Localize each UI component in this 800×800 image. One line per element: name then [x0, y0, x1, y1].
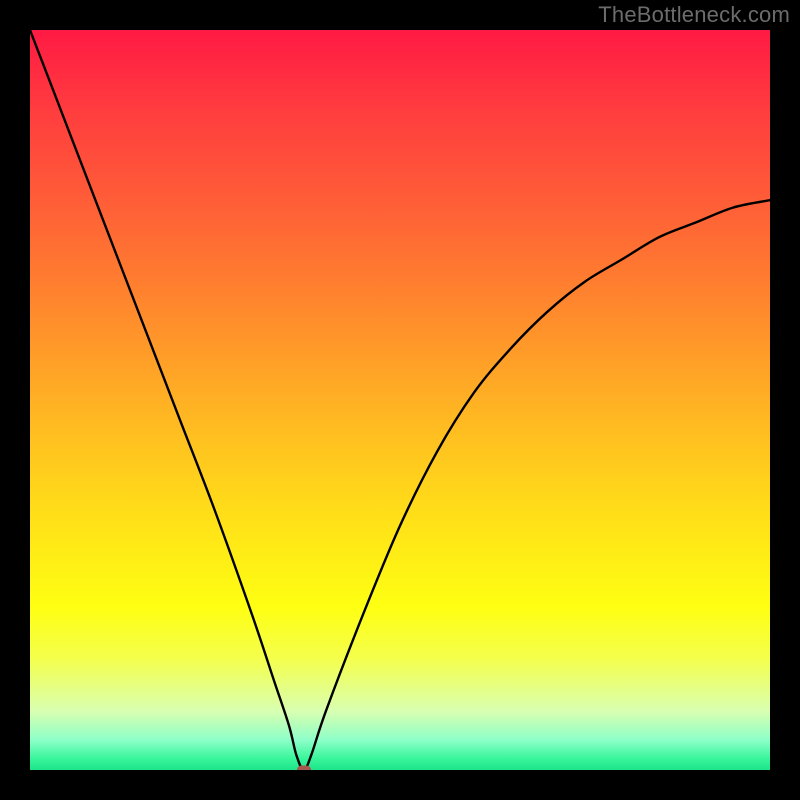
- bottleneck-curve: [30, 30, 770, 770]
- curve-path: [30, 30, 770, 770]
- watermark-text: TheBottleneck.com: [598, 2, 790, 28]
- chart-frame: TheBottleneck.com: [0, 0, 800, 800]
- plot-area: [30, 30, 770, 770]
- optimum-marker: [297, 766, 311, 771]
